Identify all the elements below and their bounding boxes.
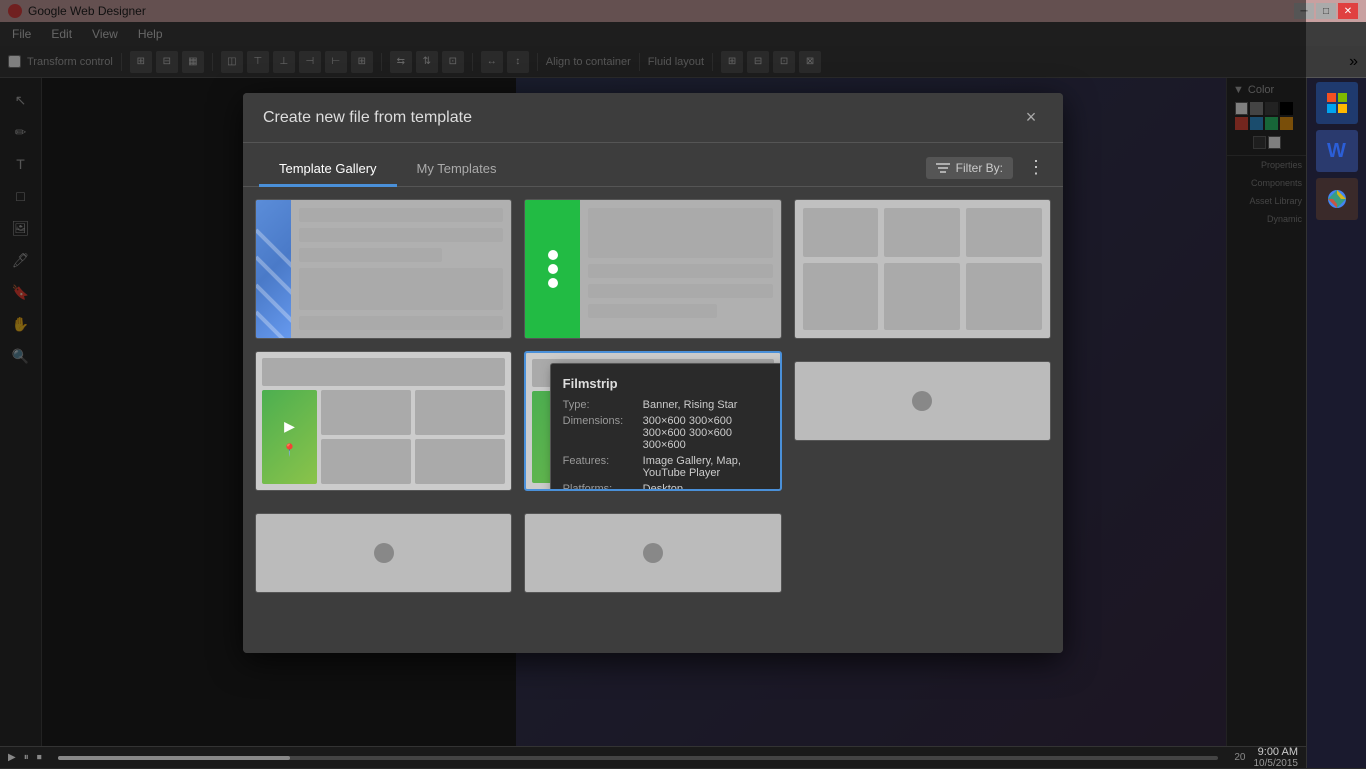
card-1-stripe xyxy=(256,200,291,338)
type-value: Banner, Rising Star xyxy=(643,399,738,411)
maximize-button[interactable]: □ xyxy=(1316,3,1336,19)
dialog-tabs: Template Gallery My Templates Filter By:… xyxy=(243,143,1063,187)
pause-button[interactable]: ⏸ xyxy=(24,752,29,763)
tab-template-gallery[interactable]: Template Gallery xyxy=(259,153,397,187)
card-3-cell-1 xyxy=(803,208,879,257)
dot-2 xyxy=(548,264,558,274)
template-grid: ▶ 📍 xyxy=(243,187,1063,653)
toolbar-overflow[interactable]: » xyxy=(1349,53,1358,71)
features-value: Image Gallery, Map, YouTube Player xyxy=(643,455,777,479)
card-1-bar-4 xyxy=(299,316,503,330)
map-icon: 📍 xyxy=(282,443,297,457)
template-card-1[interactable] xyxy=(255,199,512,339)
card-1-image xyxy=(299,268,503,310)
card-2-sidebar xyxy=(525,200,580,338)
timeline-bar[interactable] xyxy=(58,756,1219,760)
dimensions-label: Dimensions: xyxy=(563,415,643,451)
template-info-name: Filmstrip xyxy=(563,376,777,391)
card-8-icon xyxy=(643,543,663,563)
play-icon: ▶ xyxy=(284,418,295,435)
card-2-image xyxy=(588,208,772,258)
windows-logo-icon xyxy=(1326,92,1348,114)
platforms-label: Platforms: xyxy=(563,483,643,491)
timeline-progress xyxy=(58,756,290,760)
card-4-cell-3 xyxy=(321,439,411,484)
info-row-dimensions: Dimensions: 300×600 300×600 300×600 300×… xyxy=(563,415,777,451)
card-2-bar-1 xyxy=(588,264,772,278)
dialog-header: Create new file from template × xyxy=(243,93,1063,143)
gwd-taskbar-button[interactable] xyxy=(1316,178,1358,220)
card-3-cell-4 xyxy=(803,263,879,330)
template-card-8[interactable] xyxy=(524,513,781,593)
word-taskbar-button[interactable]: W xyxy=(1316,130,1358,172)
start-button[interactable] xyxy=(1316,82,1358,124)
dialog-close-button[interactable]: × xyxy=(1019,106,1043,130)
filter-button[interactable]: Filter By: xyxy=(926,157,1013,179)
clock-date: 10/5/2015 xyxy=(1254,758,1299,769)
card-7-content xyxy=(256,514,511,592)
card-6-content xyxy=(795,362,1050,440)
dialog-overlay: Create new file from template × Template… xyxy=(0,0,1306,746)
card-1-content xyxy=(291,200,511,338)
card-3-row-2 xyxy=(803,263,1042,330)
card-4-body: ▶ 📍 xyxy=(262,390,505,484)
info-row-platforms: Platforms: Desktop xyxy=(563,483,777,491)
info-row-type: Type: Banner, Rising Star xyxy=(563,399,777,411)
windows-taskbar: W xyxy=(1306,78,1366,768)
dot-1 xyxy=(548,250,558,260)
dimensions-value: 300×600 300×600 300×600 300×600 300×600 xyxy=(643,415,732,451)
clock-time: 9:00 AM xyxy=(1254,746,1299,758)
filter-label: Filter By: xyxy=(956,161,1003,175)
dot-3 xyxy=(548,278,558,288)
bottom-taskbar: ▶ ⏸ ⏹ 20 9:00 AM 10/5/2015 xyxy=(0,746,1306,768)
template-card-5[interactable]: 🎥 Filmstrip Type: Banner, Rising Star Di… xyxy=(524,351,781,491)
card-4-header xyxy=(262,358,505,386)
gwd-taskbar-icon xyxy=(1326,188,1348,210)
card-2-bar-3 xyxy=(588,304,717,318)
card-4-cell-2 xyxy=(415,390,505,435)
dialog-title: Create new file from template xyxy=(263,109,472,127)
card-2-content xyxy=(580,200,780,338)
card-3-cell-3 xyxy=(966,208,1042,257)
card-4-cell-1 xyxy=(321,390,411,435)
features-label: Features: xyxy=(563,455,643,479)
play-button[interactable]: ▶ xyxy=(8,752,16,763)
card-1-bar-2 xyxy=(299,228,503,242)
tab-my-templates[interactable]: My Templates xyxy=(397,153,517,187)
system-clock: 9:00 AM 10/5/2015 xyxy=(1254,746,1299,769)
stop-button[interactable]: ⏹ xyxy=(37,752,42,763)
template-info-popup: Filmstrip Type: Banner, Rising Star Dime… xyxy=(550,363,782,491)
template-card-3[interactable] xyxy=(794,199,1051,339)
card-6-icon xyxy=(912,391,932,411)
card-1-bar-1 xyxy=(299,208,503,222)
word-icon: W xyxy=(1327,140,1346,163)
template-card-7[interactable] xyxy=(255,513,512,593)
filter-icon xyxy=(936,162,950,174)
template-card-2[interactable] xyxy=(524,199,781,339)
card-3-cell-6 xyxy=(966,263,1042,330)
card-2-bar-2 xyxy=(588,284,772,298)
platforms-value: Desktop xyxy=(643,483,683,491)
template-card-4[interactable]: ▶ 📍 xyxy=(255,351,512,491)
close-button[interactable]: ✕ xyxy=(1338,3,1358,19)
card-3-row-1 xyxy=(803,208,1042,257)
card-1-bar-3 xyxy=(299,248,442,262)
card-3-cell-5 xyxy=(884,263,960,330)
card-4-media-col: ▶ 📍 xyxy=(262,390,317,484)
filter-area: Filter By: ⋮ xyxy=(926,155,1051,180)
card-7-icon xyxy=(374,543,394,563)
info-row-features: Features: Image Gallery, Map, YouTube Pl… xyxy=(563,455,777,479)
card-4-grid xyxy=(321,390,505,484)
template-card-6[interactable] xyxy=(794,361,1051,441)
timeline-position: 20 xyxy=(1234,752,1245,763)
card-8-content xyxy=(525,514,780,592)
create-template-dialog: Create new file from template × Template… xyxy=(243,93,1063,653)
card-4-cell-4 xyxy=(415,439,505,484)
card-3-cell-2 xyxy=(884,208,960,257)
more-options-button[interactable]: ⋮ xyxy=(1021,155,1051,180)
type-label: Type: xyxy=(563,399,643,411)
